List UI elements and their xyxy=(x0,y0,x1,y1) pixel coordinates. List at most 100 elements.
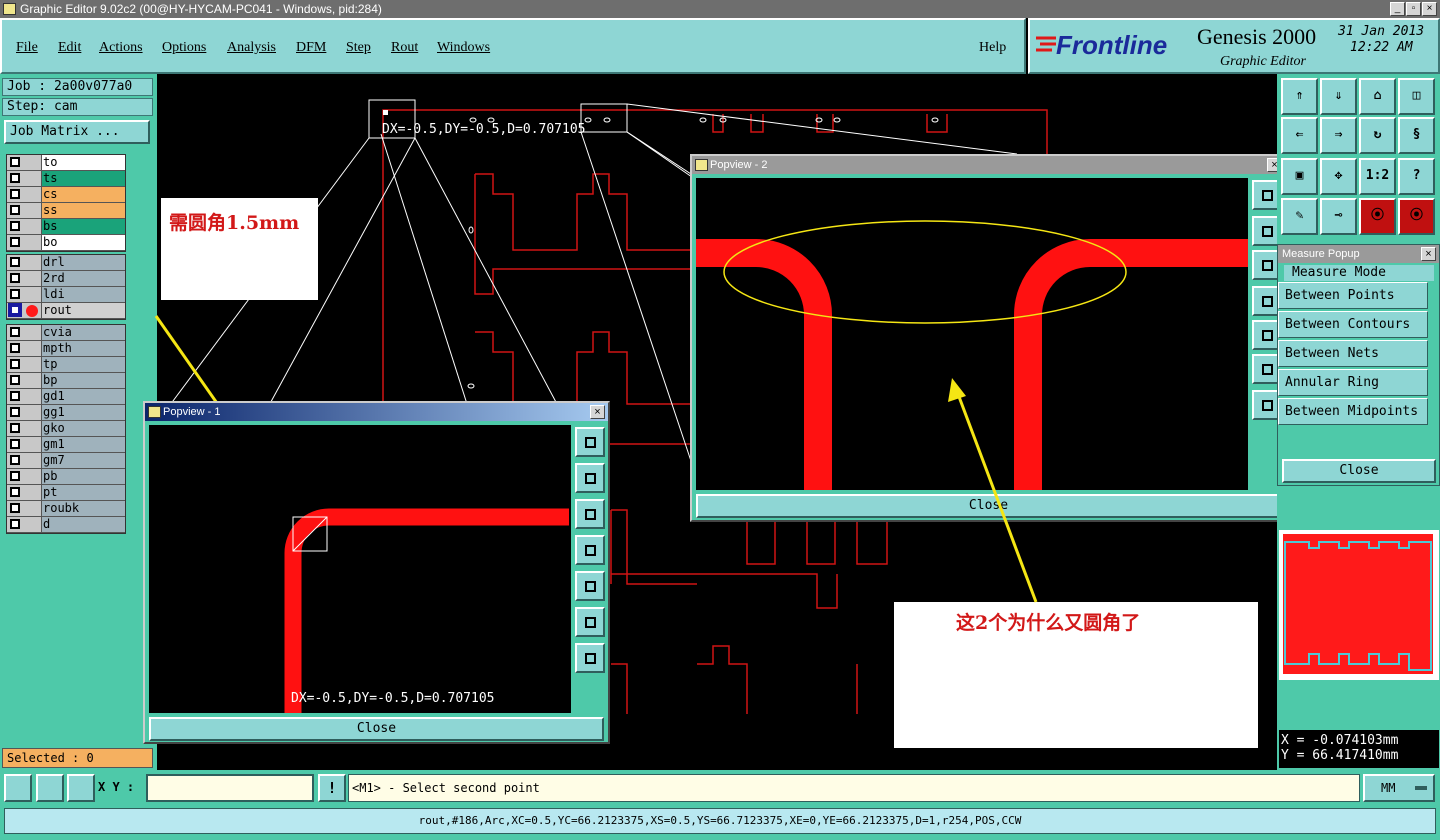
move-down-icon[interactable]: ⇓ xyxy=(1320,78,1357,115)
layer-row[interactable]: gd1 xyxy=(7,389,125,405)
job-matrix-button[interactable]: Job Matrix ... xyxy=(4,120,150,144)
menu-analysis[interactable]: Analysis xyxy=(227,40,276,56)
layer-row[interactable]: gm7 xyxy=(7,453,125,469)
pan-right-icon[interactable] xyxy=(575,571,605,601)
layer-name[interactable]: cs xyxy=(41,187,125,202)
menu-actions[interactable]: Actions xyxy=(99,40,143,56)
menu-windows[interactable]: Windows xyxy=(437,40,490,56)
overview-map[interactable] xyxy=(1279,530,1439,680)
minimize-button[interactable]: _ xyxy=(1390,2,1405,16)
move-left-icon[interactable]: ⇐ xyxy=(1281,117,1318,154)
panel-split-icon[interactable]: ◫ xyxy=(1398,78,1435,115)
layer-name[interactable]: gd1 xyxy=(41,389,125,404)
layer-checkbox[interactable] xyxy=(10,343,20,353)
layer-checkbox[interactable] xyxy=(10,173,20,183)
layer-row[interactable]: d xyxy=(7,517,125,533)
menu-dfm[interactable]: DFM xyxy=(296,40,326,56)
layer-row[interactable]: cvia xyxy=(7,325,125,341)
layer-row[interactable]: ldi xyxy=(7,287,125,303)
measure-popup-close-button[interactable]: Close xyxy=(1282,459,1436,483)
alert-icon[interactable]: ! xyxy=(318,774,346,802)
layer-row[interactable]: bs xyxy=(7,219,125,235)
zoom-box-icon[interactable]: ▣ xyxy=(1281,158,1318,195)
grid-icon[interactable] xyxy=(67,774,95,802)
net-highlight-icon[interactable]: ⦿ xyxy=(1359,198,1396,235)
popview-1-close-button[interactable]: Close xyxy=(149,717,604,741)
layer-row[interactable]: bp xyxy=(7,373,125,389)
layer-checkbox[interactable] xyxy=(10,519,20,529)
layer-checkbox[interactable] xyxy=(10,503,20,513)
layer-name[interactable]: tp xyxy=(41,357,125,372)
layer-checkbox[interactable] xyxy=(10,359,20,369)
layer-checkbox[interactable] xyxy=(10,375,20,385)
pan-left-icon[interactable] xyxy=(575,535,605,565)
menu-options[interactable]: Options xyxy=(162,40,206,56)
layer-name[interactable]: rout xyxy=(41,303,125,318)
menu-rout[interactable]: Rout xyxy=(391,40,418,56)
measure-popup-close-icon[interactable]: × xyxy=(1421,247,1436,261)
mode-between-contours[interactable]: Between Contours xyxy=(1278,311,1428,338)
layer-name[interactable]: d xyxy=(41,517,125,532)
snake-path-icon[interactable]: § xyxy=(1398,117,1435,154)
layer-name[interactable]: bp xyxy=(41,373,125,388)
layer-checkbox[interactable] xyxy=(10,257,20,267)
layer-name[interactable]: pb xyxy=(41,469,125,484)
layer-row[interactable]: tp xyxy=(7,357,125,373)
layer-row[interactable]: cs xyxy=(7,187,125,203)
close-window-button[interactable]: × xyxy=(1422,2,1437,16)
layer-row[interactable]: roubk xyxy=(7,501,125,517)
layer-row[interactable]: to xyxy=(7,155,125,171)
zoom-out-icon[interactable] xyxy=(575,643,605,673)
layer-name[interactable]: gm7 xyxy=(41,453,125,468)
layer-checkbox[interactable] xyxy=(10,423,20,433)
layer-name[interactable]: drl xyxy=(41,255,125,270)
layer-checkbox[interactable] xyxy=(8,303,22,317)
pan-up-icon[interactable] xyxy=(575,463,605,493)
popview-1-close-icon[interactable]: × xyxy=(590,405,605,419)
layer-name[interactable]: cvia xyxy=(41,325,125,340)
menu-step[interactable]: Step xyxy=(346,40,371,56)
layer-checkbox[interactable] xyxy=(10,407,20,417)
layer-name[interactable]: mpth xyxy=(41,341,125,356)
layer-checkbox[interactable] xyxy=(10,471,20,481)
layer-name[interactable]: to xyxy=(41,155,125,170)
rotate-icon[interactable]: ↻ xyxy=(1359,117,1396,154)
mode-between-points[interactable]: Between Points xyxy=(1278,282,1428,309)
layer-name[interactable]: bs xyxy=(41,219,125,234)
layer-checkbox[interactable] xyxy=(10,391,20,401)
layer-row[interactable]: pb xyxy=(7,469,125,485)
snap-icon[interactable] xyxy=(36,774,64,802)
layer-name[interactable]: gm1 xyxy=(41,437,125,452)
mode-between-midpoints[interactable]: Between Midpoints xyxy=(1278,398,1428,425)
layer-checkbox[interactable] xyxy=(10,439,20,449)
layer-name[interactable]: ss xyxy=(41,203,125,218)
zoom-fit-icon[interactable] xyxy=(575,427,605,457)
layer-row[interactable]: gko xyxy=(7,421,125,437)
menu-help[interactable]: Help xyxy=(979,40,1006,56)
layer-row-active[interactable]: rout xyxy=(7,303,125,319)
layer-name[interactable]: ts xyxy=(41,171,125,186)
resize-icon[interactable] xyxy=(4,774,32,802)
layer-checkbox[interactable] xyxy=(10,273,20,283)
layer-checkbox[interactable] xyxy=(10,237,20,247)
mode-between-nets[interactable]: Between Nets xyxy=(1278,340,1428,367)
measure-tool-icon[interactable]: ✎ xyxy=(1281,198,1318,235)
layer-name[interactable]: gko xyxy=(41,421,125,436)
layer-row[interactable]: mpth xyxy=(7,341,125,357)
layer-checkbox[interactable] xyxy=(10,289,20,299)
layer-checkbox[interactable] xyxy=(10,455,20,465)
probe-icon[interactable]: ⊸ xyxy=(1320,198,1357,235)
layer-row[interactable]: 2rd xyxy=(7,271,125,287)
help-button[interactable]: ? xyxy=(1398,158,1435,195)
popview-1-canvas[interactable]: DX=-0.5,DY=-0.5,D=0.707105 xyxy=(149,425,571,713)
layer-name[interactable]: bo xyxy=(41,235,125,250)
scale-ratio-button[interactable]: 1:2 xyxy=(1359,158,1396,195)
xy-input[interactable] xyxy=(146,774,314,802)
pan-down-icon[interactable] xyxy=(575,499,605,529)
move-up-icon[interactable]: ⇑ xyxy=(1281,78,1318,115)
zoom-in-icon[interactable] xyxy=(575,607,605,637)
home-icon[interactable]: ⌂ xyxy=(1359,78,1396,115)
layer-row[interactable]: drl xyxy=(7,255,125,271)
maximize-button[interactable]: ▫ xyxy=(1406,2,1421,16)
layer-checkbox[interactable] xyxy=(10,157,20,167)
